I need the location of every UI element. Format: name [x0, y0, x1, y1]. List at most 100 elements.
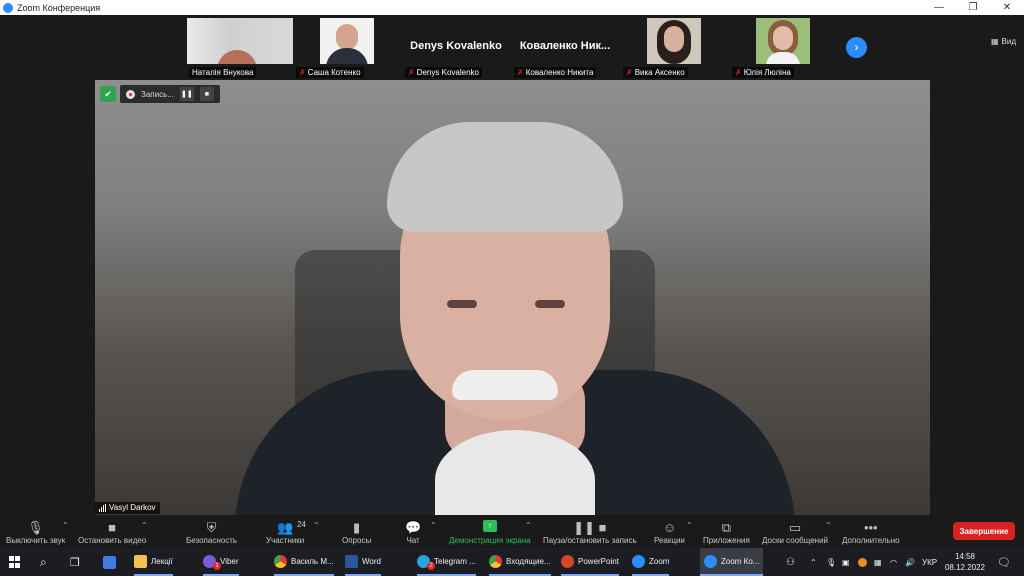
- close-button[interactable]: ✕: [990, 0, 1024, 15]
- participant-video: [320, 18, 374, 64]
- participant-tile[interactable]: ✗ Юлія Люліна: [730, 18, 836, 80]
- task-view-icon[interactable]: ❐: [70, 548, 80, 576]
- taskbar-app-zoom[interactable]: Zoom: [632, 548, 670, 576]
- participant-display-name: Denys Kovalenko: [410, 40, 502, 52]
- video-options-chevron-icon[interactable]: ⌃: [141, 521, 148, 530]
- cloud-recording-icon: [126, 89, 135, 99]
- volume-icon[interactable]: 🔊: [905, 548, 915, 576]
- reactions-button[interactable]: ☺ Реакции: [654, 515, 685, 547]
- end-meeting-button[interactable]: Завершение: [953, 522, 1015, 540]
- stop-recording-icon[interactable]: ■: [199, 87, 214, 101]
- taskbar-app-label: Zoom Ко...: [721, 556, 760, 566]
- notifications-icon[interactable]: 🗨: [997, 548, 1011, 576]
- taskbar-app-explorer[interactable]: Лекції: [134, 548, 173, 576]
- taskbar-app-powerpoint[interactable]: PowerPoint: [561, 548, 619, 576]
- pause-recording-icon[interactable]: ❚❚: [179, 87, 194, 101]
- windows-start-icon[interactable]: [9, 556, 21, 568]
- title-bar: Zoom Конференция — ❐ ✕: [0, 0, 1024, 15]
- tray-avast-icon[interactable]: [858, 548, 867, 576]
- participant-video: [647, 18, 701, 64]
- participant-name-tag: ✗ Юлія Люліна: [732, 67, 794, 78]
- muted-mic-icon: ✗: [626, 68, 633, 77]
- taskbar-app-label: Zoom: [649, 556, 670, 566]
- whiteboards-button[interactable]: ▭ Доски сообщений: [762, 515, 828, 547]
- chrome-icon: [489, 554, 502, 568]
- muted-mic-icon: ✗: [408, 68, 415, 77]
- participant-tile[interactable]: Denys Kovalenko ✗ Denys Kovalenko: [403, 18, 509, 80]
- recording-indicator: Запись... ❚❚ ■: [120, 85, 220, 103]
- more-button[interactable]: ••• Дополнительно: [842, 515, 900, 547]
- bar-chart-icon: ▮: [353, 520, 361, 535]
- taskbar-app-label: PowerPoint: [578, 556, 619, 566]
- whiteboards-options-chevron-icon[interactable]: ⌃: [825, 521, 832, 530]
- participant-name-tag: ✗ Denys Kovalenko: [405, 67, 482, 78]
- folder-icon: [134, 554, 147, 568]
- tray-app-icon[interactable]: ▦: [874, 548, 882, 576]
- taskbar-app-label: Viber: [220, 556, 239, 566]
- mute-label: Выключить звук: [6, 536, 66, 545]
- view-button[interactable]: ▦ Вид: [991, 37, 1016, 46]
- record-label: Пауза/остановить запись: [543, 536, 637, 545]
- minimize-button[interactable]: —: [922, 0, 956, 15]
- apps-label: Приложения: [703, 536, 750, 545]
- share-screen-button[interactable]: ↑ Демонстрация экрана: [449, 515, 531, 547]
- wifi-icon[interactable]: ◠: [890, 548, 897, 576]
- next-page-button[interactable]: ›: [846, 37, 867, 58]
- participant-name: Коваленко Никита: [525, 68, 594, 77]
- participants-count: 24: [297, 520, 306, 529]
- share-arrow-icon: ↑: [482, 520, 497, 532]
- mute-options-chevron-icon[interactable]: ⌃: [62, 521, 69, 530]
- participants-options-chevron-icon[interactable]: ⌃: [313, 521, 320, 530]
- chat-label: Чат: [406, 536, 420, 545]
- taskbar-app-label: Telegram ...: [434, 556, 476, 566]
- participant-name: Вика Аксенко: [634, 68, 685, 77]
- security-shield-icon[interactable]: ✔: [100, 86, 116, 102]
- active-speaker-video: [95, 80, 930, 515]
- mute-button[interactable]: 🎙 Выключить звук: [6, 515, 65, 547]
- participant-tile[interactable]: ✗ Вика Аксенко: [621, 18, 727, 80]
- view-grid-icon: ▦: [990, 37, 999, 46]
- participant-name-tag: ✗ Коваленко Никита: [514, 67, 597, 78]
- participant-name: Denys Kovalenko: [416, 68, 479, 77]
- taskbar-app-chrome[interactable]: Василь М...: [274, 548, 334, 576]
- stop-video-button[interactable]: ■ Остановить видео: [78, 515, 146, 547]
- participant-tile[interactable]: Коваленко Ник... ✗ Коваленко Никита: [512, 18, 618, 80]
- taskbar-app-telegram[interactable]: 2 Telegram ...: [417, 548, 476, 576]
- chrome-icon: [274, 554, 287, 568]
- polls-button[interactable]: ▮ Опросы: [342, 515, 371, 547]
- chat-options-chevron-icon[interactable]: ⌃: [430, 521, 437, 530]
- recording-controls-button[interactable]: ❚❚ ■ Пауза/остановить запись: [543, 515, 637, 547]
- tray-expand-chevron-icon[interactable]: ⌃: [810, 548, 817, 576]
- maximize-button[interactable]: ❐: [956, 0, 990, 15]
- notification-badge: 2: [427, 562, 435, 570]
- participant-tile[interactable]: Наталія Внукова: [187, 18, 293, 80]
- taskbar-app-zoom-meeting[interactable]: Zoom Ко...: [700, 548, 764, 576]
- participant-name: Наталія Внукова: [192, 68, 254, 77]
- security-button[interactable]: ⛨ Безопасность: [186, 515, 237, 547]
- apps-button[interactable]: ⧉ Приложения: [703, 515, 750, 547]
- mail-icon[interactable]: [103, 548, 116, 576]
- video-eye: [447, 300, 477, 308]
- search-icon[interactable]: ⌕: [40, 548, 47, 576]
- smiley-add-icon: ☺: [662, 520, 677, 535]
- reactions-options-chevron-icon[interactable]: ⌃: [686, 521, 693, 530]
- chat-button[interactable]: 💬 Чат: [405, 515, 421, 547]
- muted-mic-icon: ✗: [299, 68, 306, 77]
- taskbar-app-chrome-mail[interactable]: Входящие...: [489, 548, 551, 576]
- clock-date: 08.12.2022: [944, 563, 986, 572]
- muted-mic-icon: ✗: [517, 68, 524, 77]
- language-indicator[interactable]: УКР: [922, 548, 937, 576]
- tray-network-status-icon[interactable]: ▣: [842, 548, 850, 576]
- taskbar-app-word[interactable]: Word: [345, 548, 381, 576]
- taskbar-app-viber[interactable]: 1 Viber: [203, 548, 239, 576]
- system-clock[interactable]: 14:58 08.12.2022: [940, 551, 990, 573]
- people-icon[interactable]: ⚇: [786, 548, 795, 576]
- notification-badge: 1: [213, 562, 221, 570]
- windows-taskbar: ⌕ ❐ Лекції 1 Viber Василь М... Word 2 Te…: [0, 548, 1024, 576]
- participant-name: Саша Котенко: [307, 68, 361, 77]
- share-options-chevron-icon[interactable]: ⌃: [525, 521, 532, 530]
- participant-tile[interactable]: ✗ Саша Котенко: [294, 18, 400, 80]
- tray-mic-icon[interactable]: 🎙: [826, 548, 836, 576]
- taskbar-app-label: Входящие...: [506, 556, 551, 566]
- clock-time: 14:58: [954, 552, 976, 561]
